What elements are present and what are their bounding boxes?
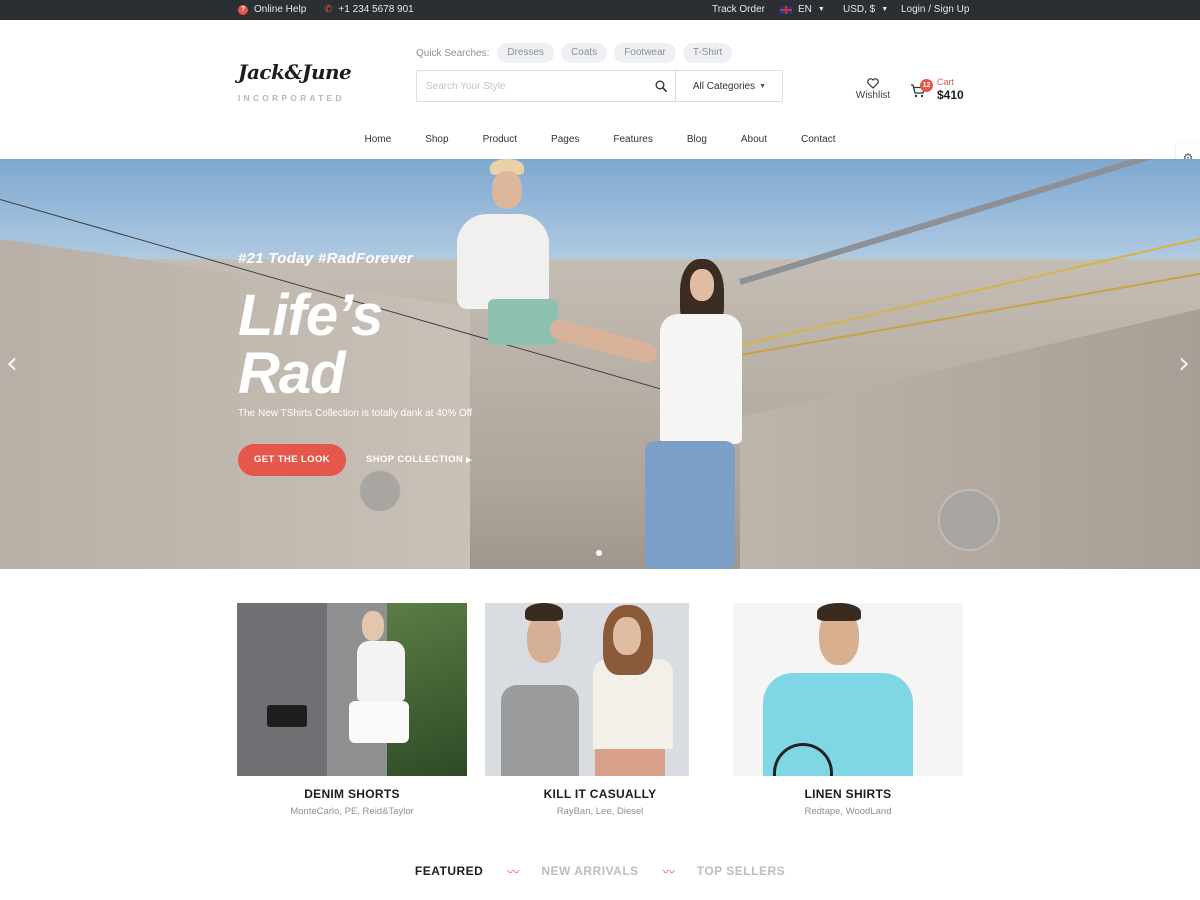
slider-dot-active[interactable] xyxy=(596,550,602,556)
nav-item-features[interactable]: Features xyxy=(613,130,652,150)
language-label: EN xyxy=(798,4,812,15)
chevron-down-icon: ▼ xyxy=(881,6,889,13)
phone-number: +1 234 5678 901 xyxy=(338,4,414,15)
photo-model-face xyxy=(362,611,384,641)
track-order-link[interactable]: Track Order xyxy=(712,0,765,20)
tab-top-sellers[interactable]: TOP SELLERS xyxy=(697,864,785,878)
brand-logo[interactable]: Jack&June INCORPORATED xyxy=(238,60,358,104)
category-brands: Redtape, WoodLand xyxy=(804,806,892,817)
nav-item-product[interactable]: Product xyxy=(483,130,517,150)
tab-new-arrivals[interactable]: NEW ARRIVALS xyxy=(541,864,638,878)
main-nav: Home Shop Product Pages Features Blog Ab… xyxy=(0,130,1200,150)
logo-tagline: INCORPORATED xyxy=(238,93,345,103)
hero-tagline: #21 Today #RadForever xyxy=(238,250,413,267)
category-title: KILL IT CASUALLY xyxy=(543,787,657,801)
slider-prev-arrow[interactable]: ‹ xyxy=(6,349,24,379)
shop-collection-link[interactable]: SHOP COLLECTION ▶ xyxy=(366,444,472,476)
get-the-look-button[interactable]: GET THE LOOK xyxy=(238,444,346,476)
quick-search-chip-footwear[interactable]: Footwear xyxy=(614,43,676,63)
category-card-kill-it-casually[interactable]: KILL IT CASUALLY RayBan, Lee, Diesel xyxy=(485,603,715,817)
nav-item-blog[interactable]: Blog xyxy=(687,130,707,150)
category-image-denim-shorts xyxy=(237,603,467,776)
hero-model-face xyxy=(690,269,714,301)
photo-model-face xyxy=(527,615,561,663)
phone-contact[interactable]: ✆ +1 234 5678 901 xyxy=(324,0,414,20)
heart-icon xyxy=(867,78,879,89)
wishlist-button[interactable]: Wishlist xyxy=(852,78,894,101)
photo-shadow xyxy=(237,603,327,776)
search-bar: All Categories ▼ xyxy=(416,70,783,102)
photo-model-shorts xyxy=(349,701,409,743)
photo-bag xyxy=(267,705,307,727)
login-signup-link[interactable]: Login / Sign Up xyxy=(901,0,969,20)
top-bar: ? Online Help ✆ +1 234 5678 901 Track Or… xyxy=(0,0,1200,20)
hero-title: Life’s Rad xyxy=(238,283,383,406)
chevron-down-icon: ▼ xyxy=(759,82,767,90)
hero-model-face xyxy=(492,171,522,209)
photo-model-hair xyxy=(525,603,563,621)
hero-slider: #21 Today #RadForever Life’s Rad The New… xyxy=(0,159,1200,569)
chevron-down-icon: ▼ xyxy=(817,6,825,13)
wave-divider-icon: 〰 xyxy=(507,864,519,879)
wishlist-label: Wishlist xyxy=(855,90,891,101)
online-help-link[interactable]: ? Online Help xyxy=(238,0,306,20)
currency-selector[interactable]: USD, $ ▼ xyxy=(843,0,888,20)
category-card-linen-shirts[interactable]: LINEN SHIRTS Redtape, WoodLand xyxy=(733,603,963,817)
quick-search-chip-tshirt[interactable]: T-Shirt xyxy=(682,43,733,63)
hero-model-shirt xyxy=(660,314,742,444)
photo-model-shirt xyxy=(357,641,405,701)
product-tabs: FEATURED 〰 NEW ARRIVALS 〰 TOP SELLERS xyxy=(0,862,1200,880)
search-input[interactable] xyxy=(417,71,675,101)
search-icon[interactable] xyxy=(655,80,667,92)
language-selector[interactable]: EN ▼ xyxy=(780,0,825,20)
nav-item-contact[interactable]: Contact xyxy=(801,130,835,150)
category-brands: MonteCarlo, PE, Reid&Taylor xyxy=(290,806,414,817)
nav-item-about[interactable]: About xyxy=(741,130,767,150)
hero-subtitle: The New TShirts Collection is totally da… xyxy=(238,408,473,419)
cart-total: $410 xyxy=(937,88,964,102)
hero-model-jeans xyxy=(645,441,735,569)
hero-photo-disc xyxy=(938,489,1000,551)
shop-collection-label: SHOP COLLECTION xyxy=(366,454,464,465)
hero-title-line1: Life’s xyxy=(238,283,383,348)
photo-model-face xyxy=(613,617,641,655)
hero-model-shirt xyxy=(457,214,549,309)
photo-model-pants xyxy=(595,749,665,776)
category-title: DENIM SHORTS xyxy=(304,787,400,801)
quick-search-chip-coats[interactable]: Coats xyxy=(561,43,608,63)
nav-item-shop[interactable]: Shop xyxy=(425,130,448,150)
nav-item-home[interactable]: Home xyxy=(365,130,392,150)
category-brands: RayBan, Lee, Diesel xyxy=(556,806,644,817)
hero-model-shorts xyxy=(488,299,558,345)
category-dropdown[interactable]: All Categories ▼ xyxy=(675,71,783,101)
cart-button[interactable]: 12 Cart $410 xyxy=(910,76,970,104)
phone-icon: ✆ xyxy=(324,4,333,15)
currency-label: USD, $ xyxy=(843,4,876,15)
category-selected: All Categories xyxy=(692,80,756,92)
cart-count-badge: 12 xyxy=(920,79,933,92)
hero-title-line2: Rad xyxy=(238,341,346,406)
category-image-linen-shirts xyxy=(733,603,963,776)
uk-flag-icon xyxy=(780,6,792,14)
slider-next-arrow[interactable]: › xyxy=(1178,349,1196,379)
nav-item-pages[interactable]: Pages xyxy=(551,130,579,150)
category-image-kill-it-casually xyxy=(485,603,689,776)
logo-name: Jack&June xyxy=(238,60,352,84)
photo-model-shirt xyxy=(501,685,579,776)
category-title: LINEN SHIRTS xyxy=(804,787,892,801)
quick-searches: Quick Searches: Dresses Coats Footwear T… xyxy=(416,43,739,63)
tab-featured[interactable]: FEATURED xyxy=(415,864,483,878)
category-card-denim-shorts[interactable]: DENIM SHORTS MonteCarlo, PE, Reid&Taylor xyxy=(237,603,467,817)
online-help-label: Online Help xyxy=(254,4,307,15)
quick-searches-label: Quick Searches: xyxy=(416,47,490,59)
photo-model-hair xyxy=(817,603,861,621)
chevron-right-icon: ▶ xyxy=(466,457,472,464)
question-icon: ? xyxy=(238,5,248,15)
quick-search-chip-dresses[interactable]: Dresses xyxy=(497,43,555,63)
cart-label: Cart xyxy=(937,77,955,87)
wave-divider-icon: 〰 xyxy=(662,864,675,879)
